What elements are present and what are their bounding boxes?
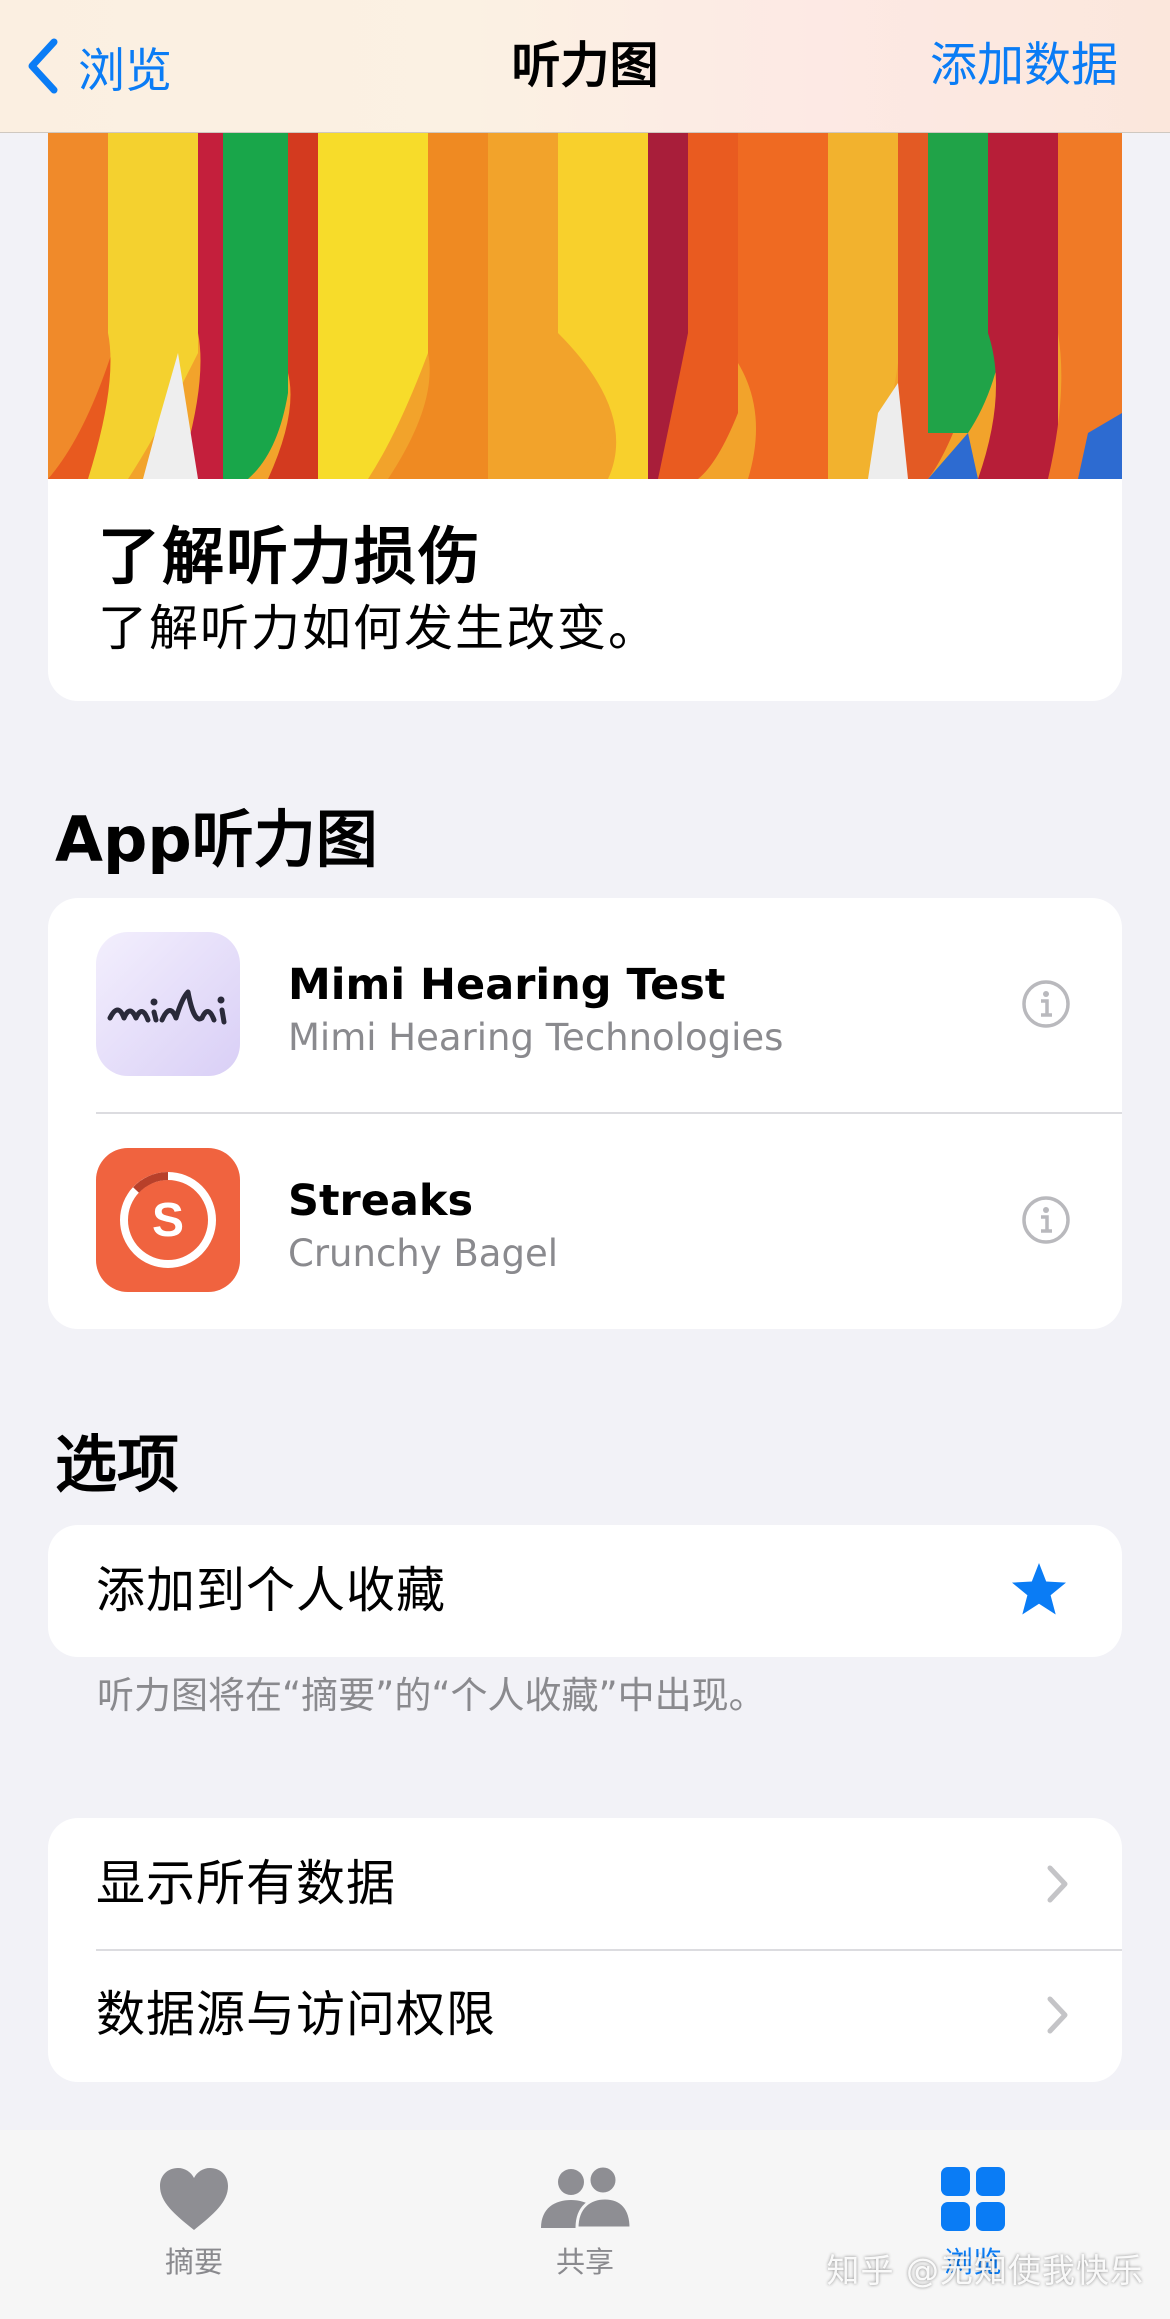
tab-label: 共享 xyxy=(555,2245,614,2279)
chevron-right-icon xyxy=(1047,1996,1068,2034)
tab-label: 摘要 xyxy=(164,2245,223,2279)
heart-icon xyxy=(160,2168,228,2230)
show-all-data-label: 显示所有数据 xyxy=(96,1855,397,1912)
hero-subtitle: 了解听力如何发生改变。 xyxy=(98,600,660,657)
hero-title: 了解听力损伤 xyxy=(98,520,483,593)
app-row-streaks[interactable]: S Streaks Crunchy Bagel xyxy=(48,1114,1122,1329)
info-icon[interactable] xyxy=(1022,980,1070,1028)
add-to-favorites-row[interactable]: 添加到个人收藏 xyxy=(48,1525,1122,1657)
streaks-app-icon: S xyxy=(96,1148,240,1292)
apps-section-title: App听力图 xyxy=(55,803,378,876)
grid-icon xyxy=(941,2167,1005,2231)
add-data-button[interactable]: 添加数据 xyxy=(930,36,1118,96)
favorite-label: 添加到个人收藏 xyxy=(96,1562,447,1619)
navigation-bar: 浏览 听力图 添加数据 xyxy=(0,0,1170,133)
options-section-title: 选项 xyxy=(55,1428,180,1501)
streaks-icon-letter: S xyxy=(152,1194,184,1247)
tab-sharing[interactable]: 共享 xyxy=(455,2130,715,2280)
app-name: Mimi Hearing Test xyxy=(288,960,726,1010)
app-developer: Mimi Hearing Technologies xyxy=(288,1016,784,1059)
app-developer: Crunchy Bagel xyxy=(288,1232,558,1275)
people-icon xyxy=(541,2166,633,2230)
mimi-app-icon xyxy=(96,932,240,1076)
hero-illustration xyxy=(48,133,1122,479)
sources-access-row[interactable]: 数据源与访问权限 xyxy=(48,1951,1122,2082)
watermark: 知乎 @无知使我快乐 xyxy=(826,2251,1144,2290)
sources-access-label: 数据源与访问权限 xyxy=(96,1986,497,2043)
tab-summary[interactable]: 摘要 xyxy=(64,2130,324,2280)
apps-list: Mimi Hearing Test Mimi Hearing Technolog… xyxy=(48,898,1122,1329)
learn-hearing-card[interactable]: 了解听力损伤 了解听力如何发生改变。 xyxy=(48,133,1122,701)
app-row-mimi[interactable]: Mimi Hearing Test Mimi Hearing Technolog… xyxy=(48,898,1122,1113)
app-name: Streaks xyxy=(288,1176,474,1226)
data-group: 显示所有数据 数据源与访问权限 xyxy=(48,1818,1122,2082)
info-icon[interactable] xyxy=(1022,1196,1070,1244)
chevron-right-icon xyxy=(1047,1865,1068,1903)
star-icon[interactable] xyxy=(1010,1561,1068,1617)
favorites-group: 添加到个人收藏 xyxy=(48,1525,1122,1657)
show-all-data-row[interactable]: 显示所有数据 xyxy=(48,1818,1122,1949)
favorites-footnote: 听力图将在“摘要”的“个人收藏”中出现。 xyxy=(97,1674,766,1717)
